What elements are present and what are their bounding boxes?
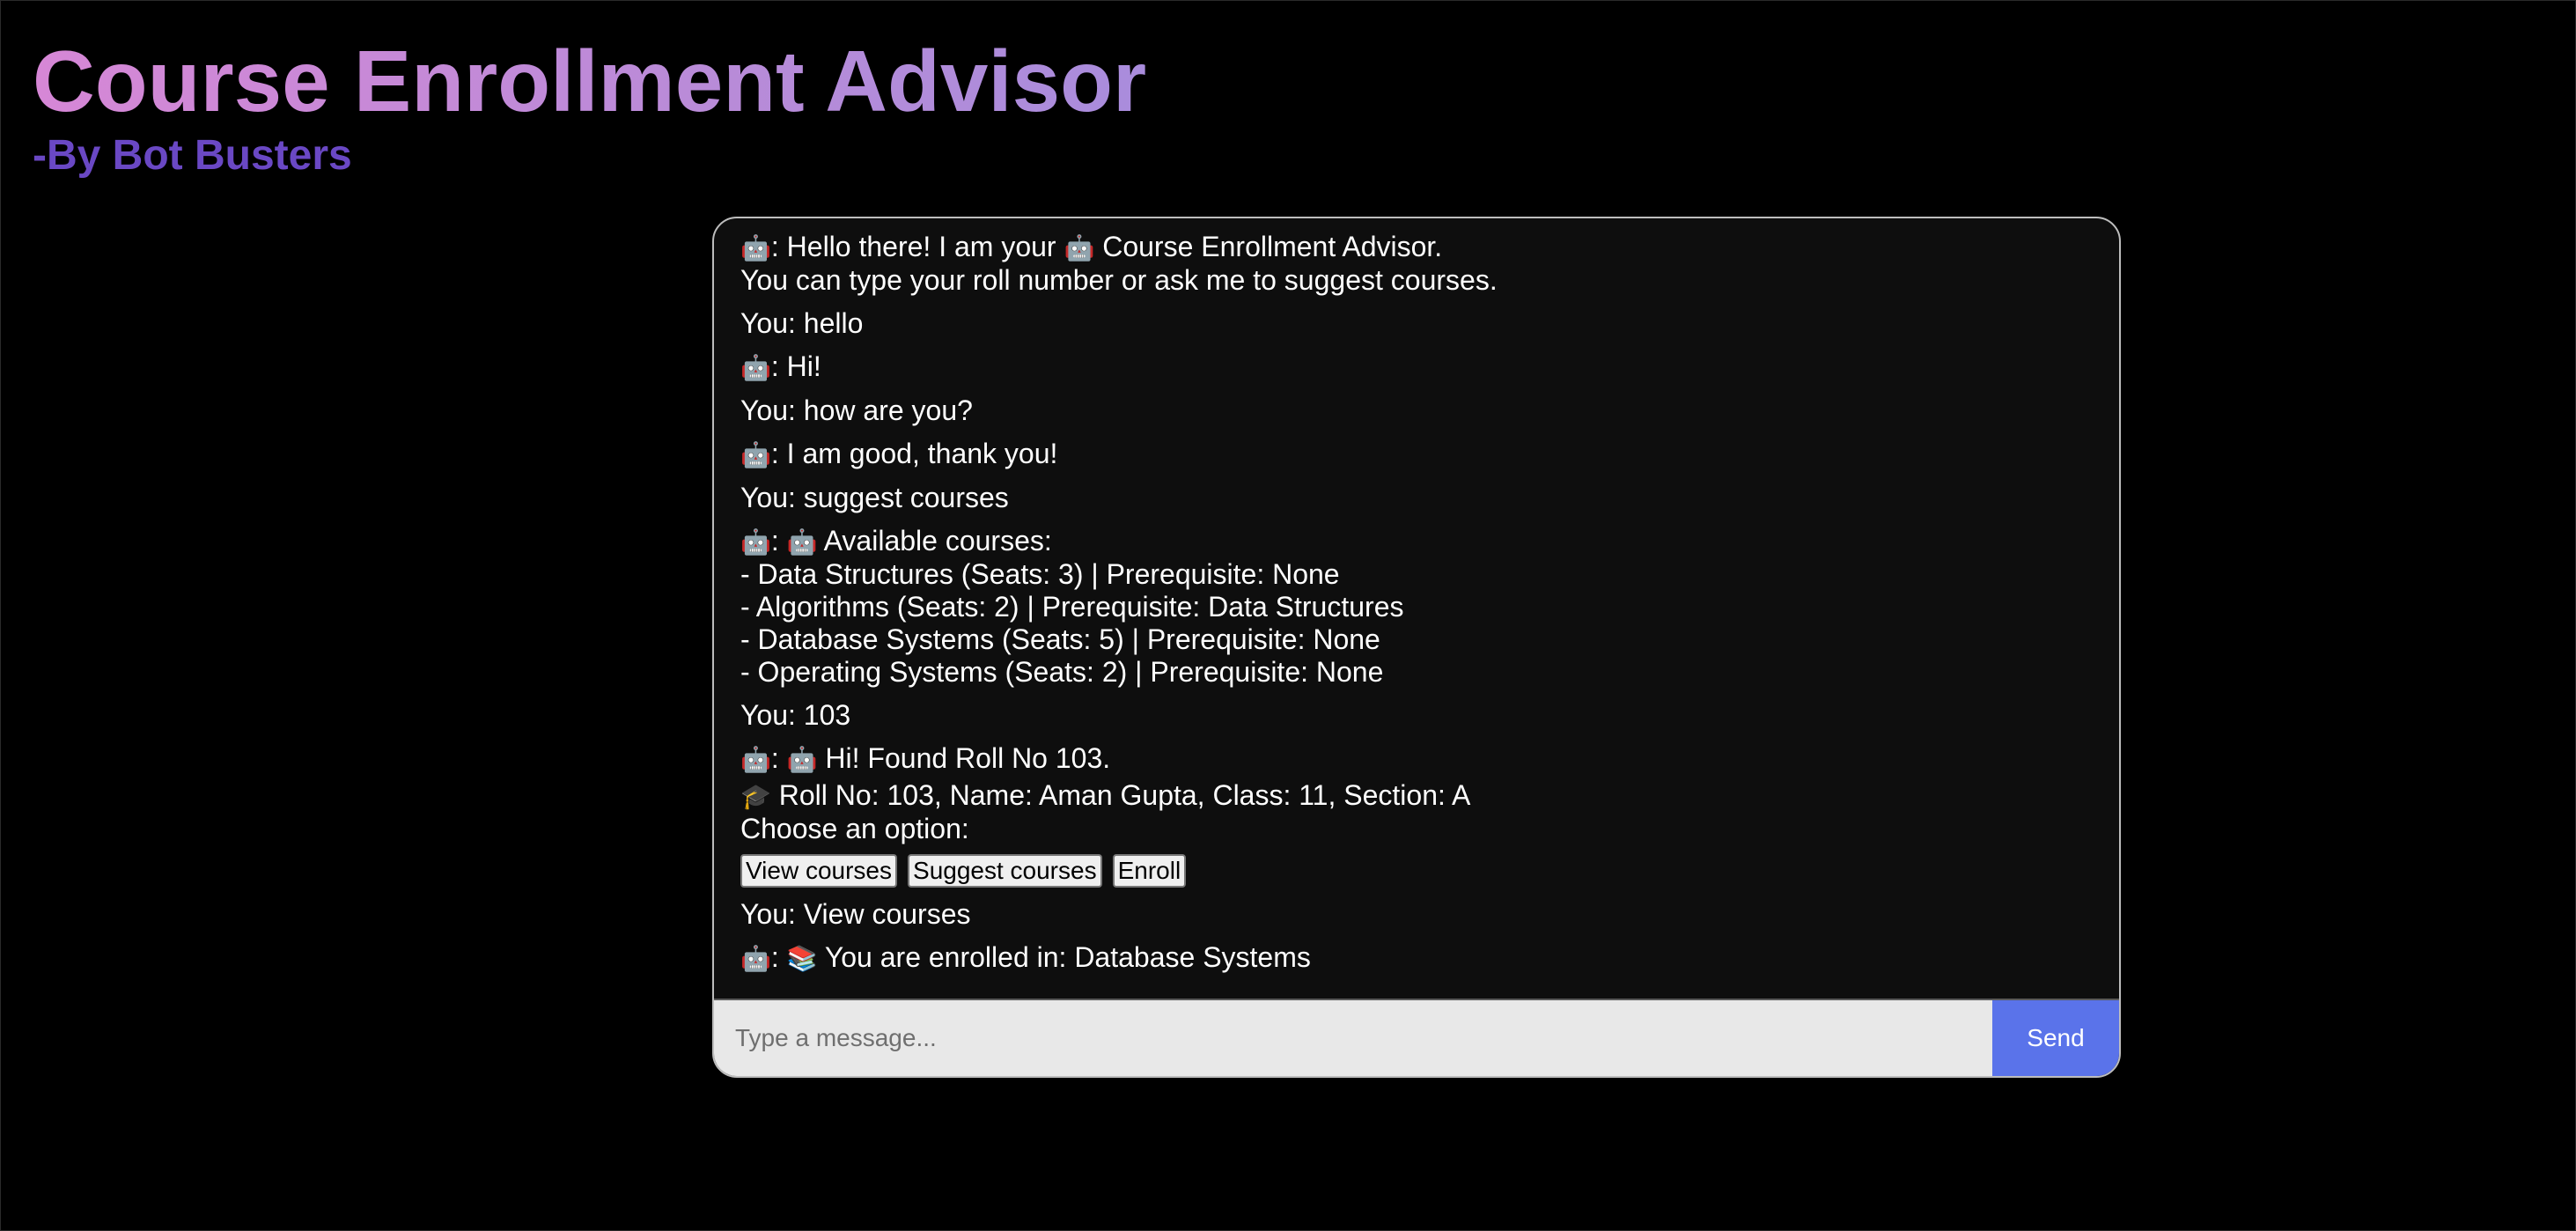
chat-messages[interactable]: 🤖: Hello there! I am your 🤖 Course Enrol… xyxy=(714,218,2119,1004)
course-line: - Algorithms (Seats: 2) | Prerequisite: … xyxy=(740,591,1404,623)
course-line: - Operating Systems (Seats: 2) | Prerequ… xyxy=(740,656,1384,688)
page-title: Course Enrollment Advisor xyxy=(33,33,1147,129)
user-message: You: View courses xyxy=(740,898,971,930)
user-message: You: how are you? xyxy=(740,394,973,426)
message-text: Roll No: 103, Name: Aman Gupta, Class: 1… xyxy=(770,779,1471,811)
option-buttons: View courses Suggest courses Enroll xyxy=(740,854,2093,888)
view-courses-button[interactable]: View courses xyxy=(740,854,898,888)
bot-message-enrolled: 🤖: 📚 You are enrolled in: Database Syste… xyxy=(740,941,1311,973)
suggest-courses-button[interactable]: Suggest courses xyxy=(908,854,1102,888)
user-message: You: 103 xyxy=(740,699,851,731)
message-text: : I am good, thank you! xyxy=(770,438,1058,469)
message-input[interactable] xyxy=(714,1000,1992,1076)
course-line: - Database Systems (Seats: 5) | Prerequi… xyxy=(740,623,1380,655)
message-text: : Hello there! I am your xyxy=(770,231,1064,262)
bot-message-greeting: 🤖: Hello there! I am your 🤖 Course Enrol… xyxy=(740,231,2093,297)
send-button[interactable]: Send xyxy=(1992,1000,2119,1076)
books-icon: 📚 xyxy=(786,945,818,972)
robot-icon: 🤖 xyxy=(786,528,818,556)
message-text: Hi! Found Roll No 103. xyxy=(817,742,1111,774)
course-line: - Data Structures (Seats: 3) | Prerequis… xyxy=(740,558,1340,590)
user-message: You: suggest courses xyxy=(740,482,1009,513)
robot-icon: 🤖 xyxy=(740,746,771,773)
robot-icon: 🤖 xyxy=(740,945,771,972)
user-message: You: hello xyxy=(740,307,864,339)
message-text: Course Enrollment Advisor. xyxy=(1094,231,1443,262)
message-text: You are enrolled in: Database Systems xyxy=(817,941,1311,973)
bot-message-student: 🤖: 🤖 Hi! Found Roll No 103. xyxy=(740,742,1111,774)
robot-icon: 🤖 xyxy=(786,746,818,773)
page: Course Enrollment Advisor -By Bot Buster… xyxy=(0,0,2576,1231)
bot-message-courses: 🤖: 🤖 Available courses: - Data Structure… xyxy=(740,525,1404,688)
enroll-button[interactable]: Enroll xyxy=(1112,854,1187,888)
robot-icon: 🤖 xyxy=(740,234,771,262)
graduation-cap-icon: 🎓 xyxy=(740,783,771,810)
robot-icon: 🤖 xyxy=(740,441,771,468)
message-text: : Hi! xyxy=(770,350,821,382)
message-text: Available courses: xyxy=(817,525,1052,557)
page-subtitle: -By Bot Busters xyxy=(33,132,352,179)
message-text: Choose an option: xyxy=(740,813,969,844)
robot-icon: 🤖 xyxy=(740,354,771,381)
message-input-bar: Send xyxy=(714,999,2119,1076)
bot-message-student-details: 🎓 Roll No: 103, Name: Aman Gupta, Class:… xyxy=(740,779,2093,845)
robot-icon: 🤖 xyxy=(1064,234,1095,262)
message-text: You can type your roll number or ask me … xyxy=(740,264,1498,296)
chat-window: 🤖: Hello there! I am your 🤖 Course Enrol… xyxy=(712,217,2121,1078)
bot-message: 🤖: Hi! xyxy=(740,350,2093,384)
robot-icon: 🤖 xyxy=(740,528,771,556)
bot-message: 🤖: I am good, thank you! xyxy=(740,438,2093,471)
